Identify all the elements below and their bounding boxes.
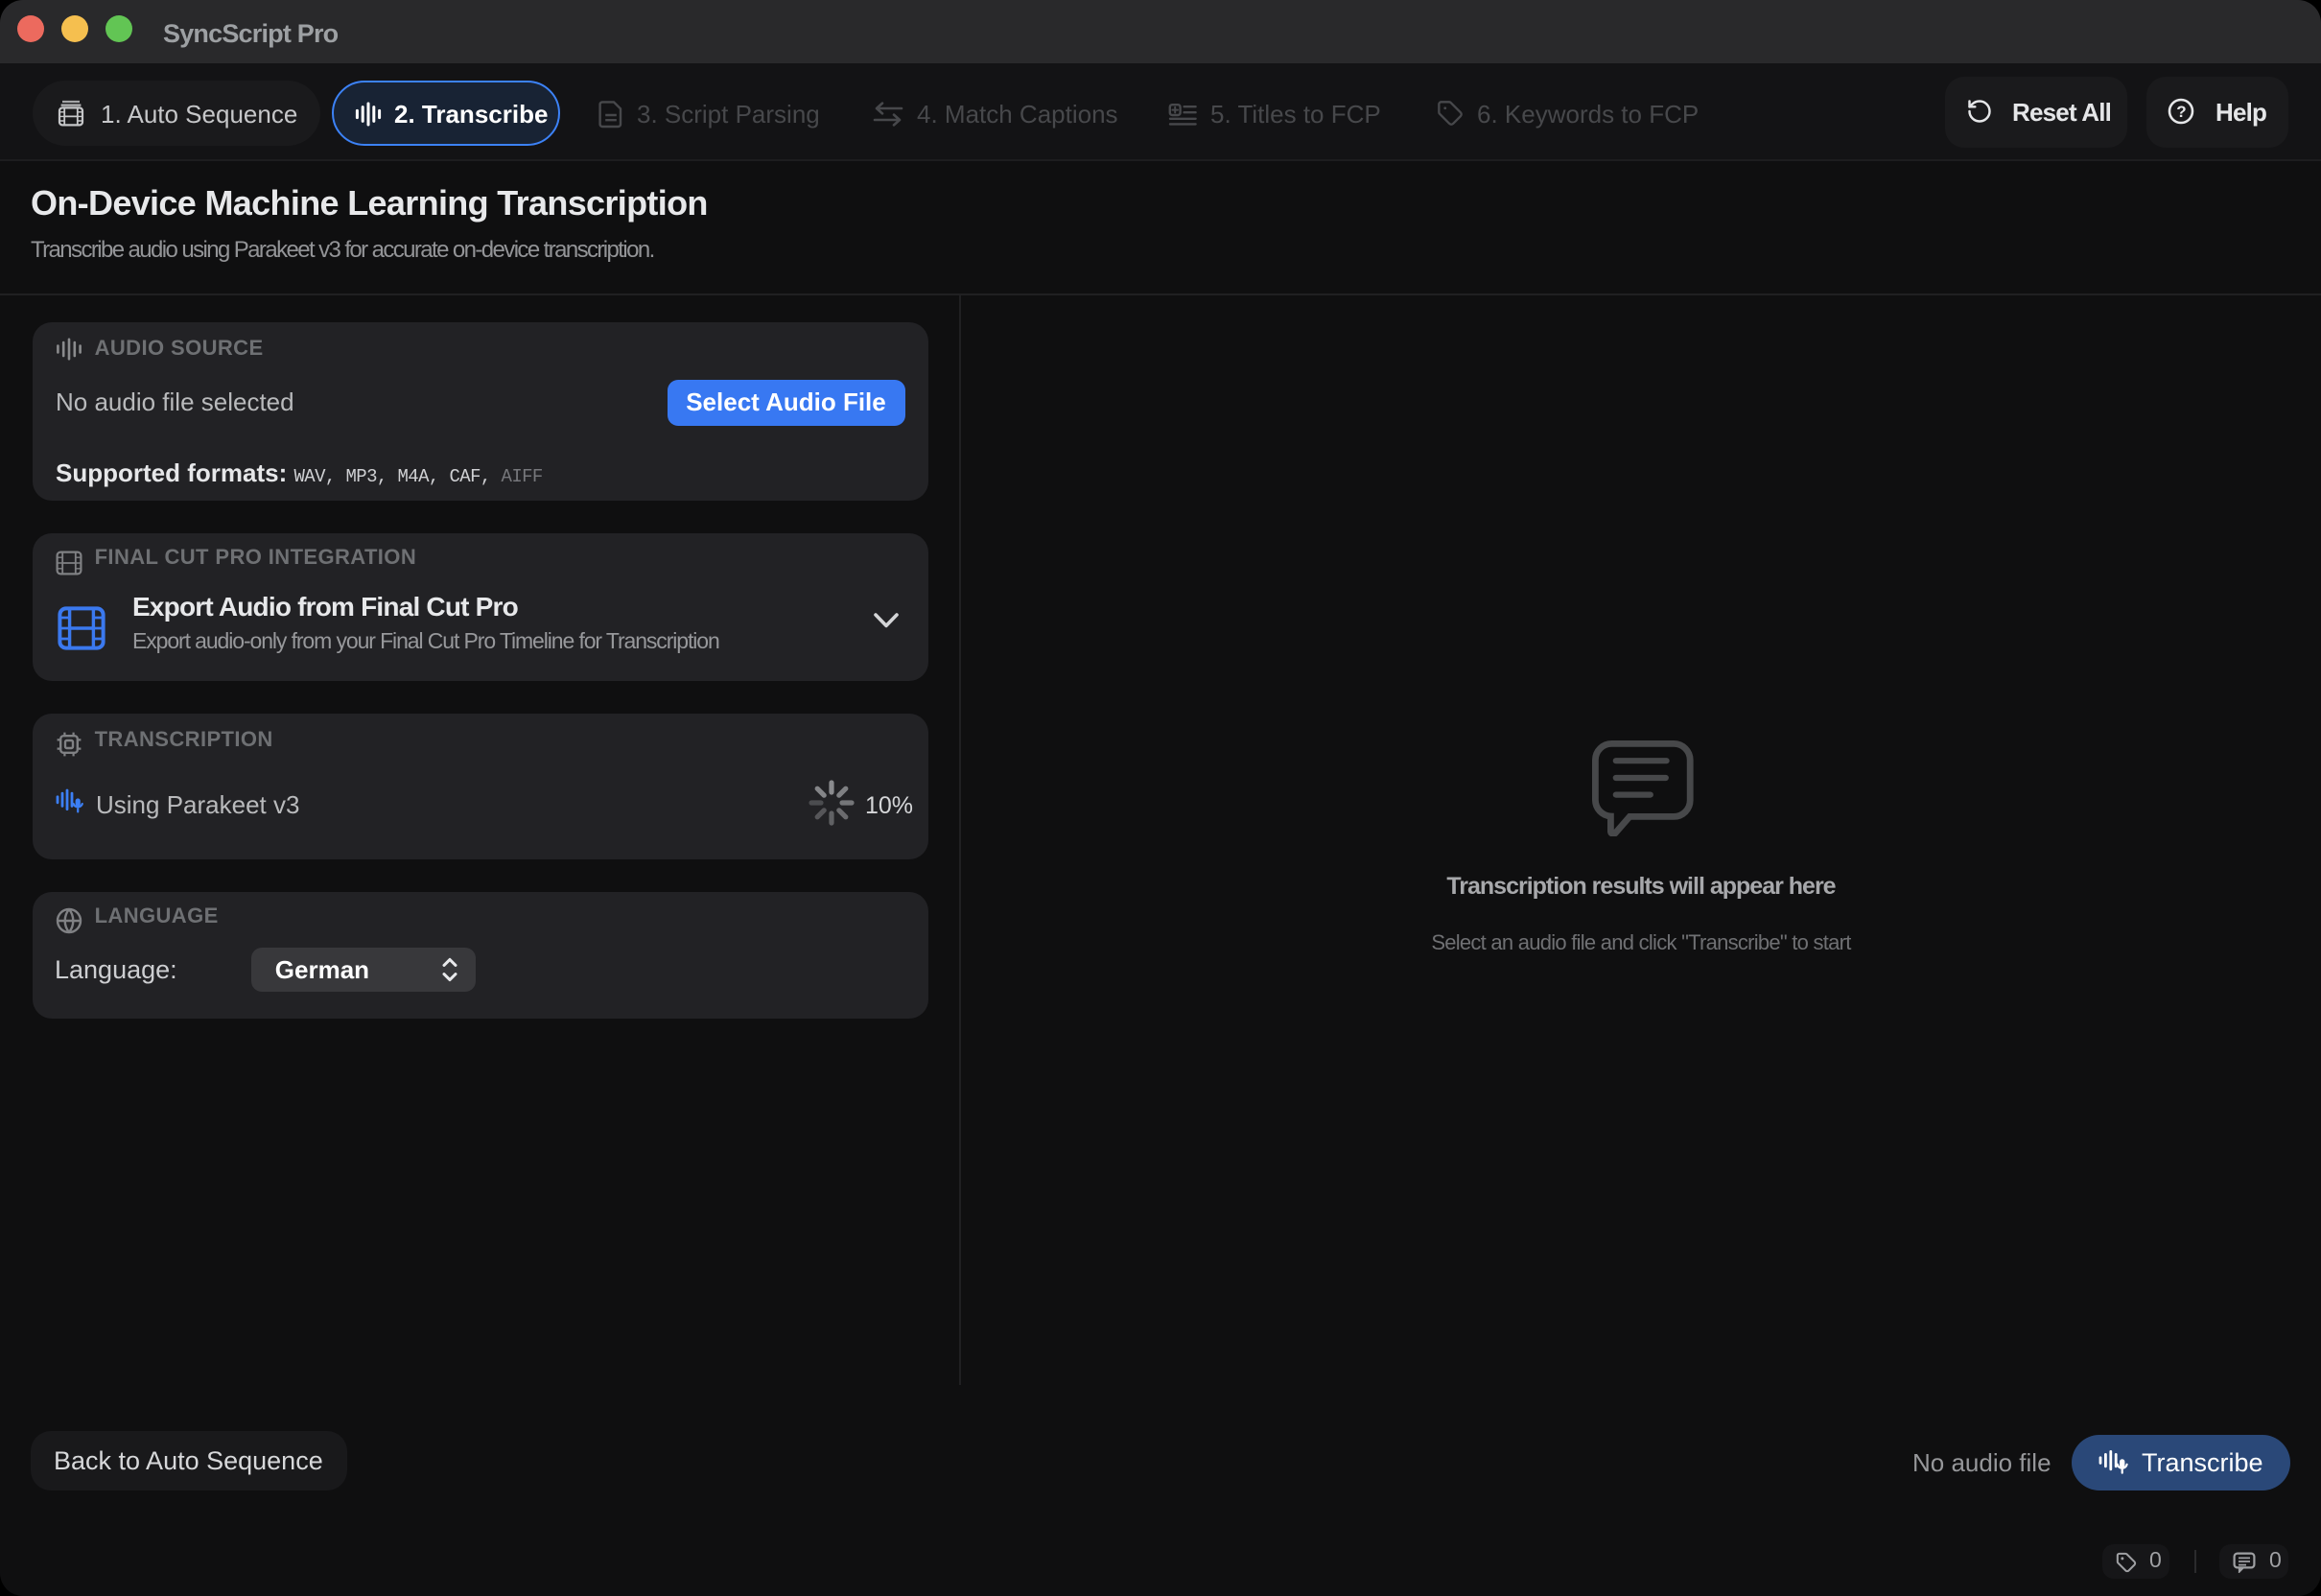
svg-text:?: ?: [2176, 104, 2186, 122]
